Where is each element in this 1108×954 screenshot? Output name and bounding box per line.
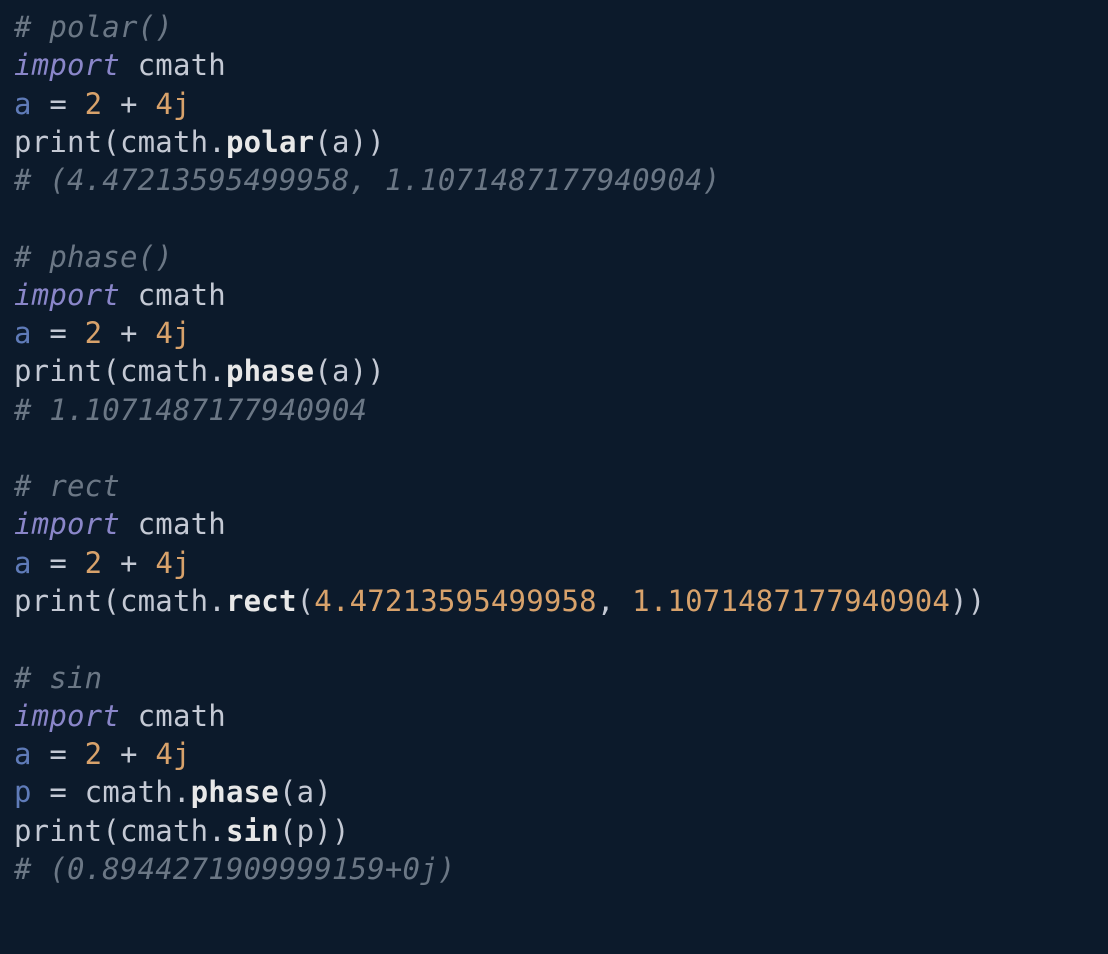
module-ref: cmath bbox=[85, 775, 173, 809]
module-name: cmath bbox=[138, 278, 226, 312]
method-polar: polar bbox=[226, 125, 314, 159]
paren-open: ( bbox=[102, 354, 120, 388]
dot: . bbox=[208, 814, 226, 848]
number-literal: 4j bbox=[155, 87, 190, 121]
dot: . bbox=[208, 354, 226, 388]
paren-open: ( bbox=[102, 814, 120, 848]
operator-plus: + bbox=[102, 546, 155, 580]
dot: . bbox=[208, 125, 226, 159]
paren-close: ) bbox=[950, 584, 968, 618]
number-literal: 2 bbox=[85, 737, 103, 771]
number-literal: 4j bbox=[155, 316, 190, 350]
module-name: cmath bbox=[138, 48, 226, 82]
number-literal: 2 bbox=[85, 87, 103, 121]
method-phase: phase bbox=[226, 354, 314, 388]
module-name: cmath bbox=[138, 699, 226, 733]
paren-close: ) bbox=[314, 775, 332, 809]
paren-open: ( bbox=[102, 125, 120, 159]
arg-a: a bbox=[332, 125, 350, 159]
paren-close: ) bbox=[367, 354, 385, 388]
comment-line: # sin bbox=[14, 661, 102, 695]
comment-output: # (0.8944271909999159+0j) bbox=[14, 852, 456, 886]
builtin-print: print bbox=[14, 814, 102, 848]
variable-name: a bbox=[14, 546, 32, 580]
number-literal: 2 bbox=[85, 546, 103, 580]
builtin-print: print bbox=[14, 125, 102, 159]
paren-close: ) bbox=[350, 354, 368, 388]
comment-line: # polar() bbox=[14, 10, 173, 44]
operator-equals: = bbox=[32, 737, 85, 771]
module-ref: cmath bbox=[120, 584, 208, 618]
operator-plus: + bbox=[102, 316, 155, 350]
comment-output: # 1.1071487177940904 bbox=[14, 393, 367, 427]
operator-plus: + bbox=[102, 87, 155, 121]
keyword-import: import bbox=[14, 699, 120, 733]
operator-equals: = bbox=[32, 87, 85, 121]
paren-close: ) bbox=[968, 584, 986, 618]
module-ref: cmath bbox=[120, 814, 208, 848]
variable-name: a bbox=[14, 316, 32, 350]
number-literal: 1.1071487177940904 bbox=[632, 584, 950, 618]
method-sin: sin bbox=[226, 814, 279, 848]
paren-open: ( bbox=[279, 775, 297, 809]
code-editor: # polar() import cmath a = 2 + 4j print(… bbox=[0, 0, 1108, 896]
dot: . bbox=[208, 584, 226, 618]
method-rect: rect bbox=[226, 584, 297, 618]
module-ref: cmath bbox=[120, 125, 208, 159]
paren-open: ( bbox=[102, 584, 120, 618]
comma: , bbox=[597, 584, 632, 618]
comment-line: # phase() bbox=[14, 240, 173, 274]
arg-a: a bbox=[332, 354, 350, 388]
variable-name: a bbox=[14, 737, 32, 771]
keyword-import: import bbox=[14, 278, 120, 312]
paren-close: ) bbox=[314, 814, 332, 848]
keyword-import: import bbox=[14, 507, 120, 541]
paren-close: ) bbox=[367, 125, 385, 159]
builtin-print: print bbox=[14, 354, 102, 388]
comment-line: # rect bbox=[14, 469, 120, 503]
dot: . bbox=[173, 775, 191, 809]
number-literal: 4.47213595499958 bbox=[314, 584, 597, 618]
arg-p: p bbox=[297, 814, 315, 848]
code-block-polar: # polar() import cmath a = 2 + 4j print(… bbox=[14, 10, 720, 197]
paren-close: ) bbox=[332, 814, 350, 848]
paren-open: ( bbox=[314, 354, 332, 388]
variable-name: a bbox=[14, 87, 32, 121]
builtin-print: print bbox=[14, 584, 102, 618]
code-block-phase: # phase() import cmath a = 2 + 4j print(… bbox=[14, 240, 385, 427]
code-block-sin: # sin import cmath a = 2 + 4j p = cmath.… bbox=[14, 661, 456, 886]
keyword-import: import bbox=[14, 48, 120, 82]
operator-plus: + bbox=[102, 737, 155, 771]
module-name: cmath bbox=[138, 507, 226, 541]
paren-open: ( bbox=[314, 125, 332, 159]
comment-output: # (4.47213595499958, 1.1071487177940904) bbox=[14, 163, 720, 197]
code-block-rect: # rect import cmath a = 2 + 4j print(cma… bbox=[14, 469, 985, 618]
arg-a: a bbox=[297, 775, 315, 809]
paren-close: ) bbox=[350, 125, 368, 159]
method-phase: phase bbox=[191, 775, 279, 809]
operator-equals: = bbox=[32, 775, 85, 809]
module-ref: cmath bbox=[120, 354, 208, 388]
operator-equals: = bbox=[32, 316, 85, 350]
operator-equals: = bbox=[32, 546, 85, 580]
number-literal: 4j bbox=[155, 737, 190, 771]
number-literal: 4j bbox=[155, 546, 190, 580]
paren-open: ( bbox=[297, 584, 315, 618]
number-literal: 2 bbox=[85, 316, 103, 350]
paren-open: ( bbox=[279, 814, 297, 848]
variable-name: p bbox=[14, 775, 32, 809]
